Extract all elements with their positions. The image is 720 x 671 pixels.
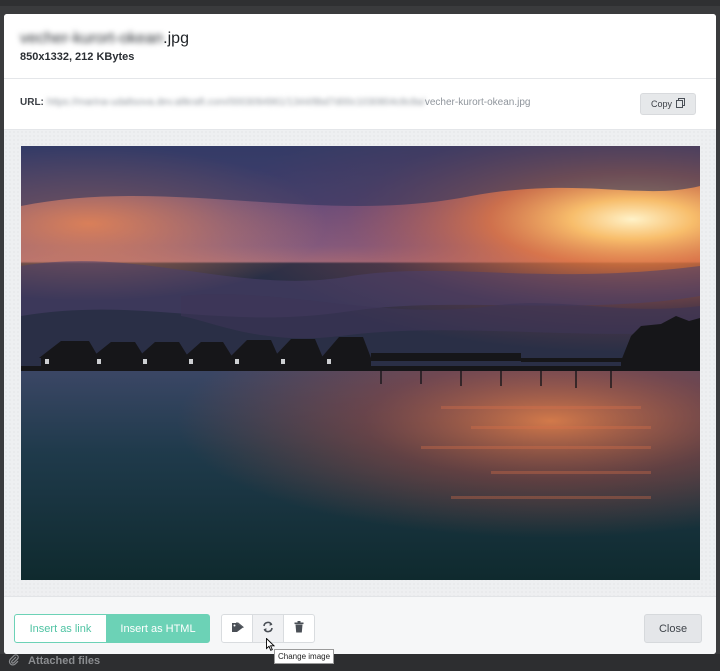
url-bar: URL: https://marina-udaltsova.dev.altkra… [4,79,716,130]
close-button[interactable]: Close [644,614,702,643]
file-name-base: vecher-kurort-okean [20,30,164,47]
file-name: vecher-kurort-okean.jpg [20,30,189,48]
url-prefix: https://marina-udaltsova.dev.altkraft.co… [47,97,425,108]
url-suffix: vecher-kurort-okean.jpg [424,97,531,108]
file-name-extension: .jpg [163,30,189,47]
copy-button[interactable]: Copy [640,93,696,115]
insert-as-html-button[interactable]: Insert as HTML [106,614,210,643]
refresh-icon [262,620,274,638]
delete-button[interactable] [283,615,314,642]
image-details-modal: vecher-kurort-okean.jpg 850x1332, 212 KB… [4,14,716,654]
attached-files-label: Attached files [28,655,101,667]
copy-icon [676,98,685,110]
change-image-tooltip: Change image [274,649,335,664]
url-value[interactable]: https://marina-udaltsova.dev.altkraft.co… [47,97,530,108]
tag-button[interactable] [222,615,252,642]
paperclip-icon [8,653,20,669]
copy-button-label: Copy [650,99,672,109]
mouse-cursor-icon [266,638,275,651]
backdrop-bottom [0,654,720,671]
tag-icon [231,620,244,638]
file-meta: 850x1332, 212 KBytes [20,51,135,63]
trash-icon [294,620,304,638]
image-preview-area [4,130,716,596]
backdrop [0,0,720,6]
insert-as-link-button[interactable]: Insert as link [14,614,107,643]
modal-header: vecher-kurort-okean.jpg 850x1332, 212 KB… [4,14,716,79]
preview-image [21,146,700,580]
url-label: URL: [20,97,44,108]
attached-files-section: Attached files [8,653,101,669]
modal-footer: Insert as link Insert as HTML Close [4,596,716,654]
